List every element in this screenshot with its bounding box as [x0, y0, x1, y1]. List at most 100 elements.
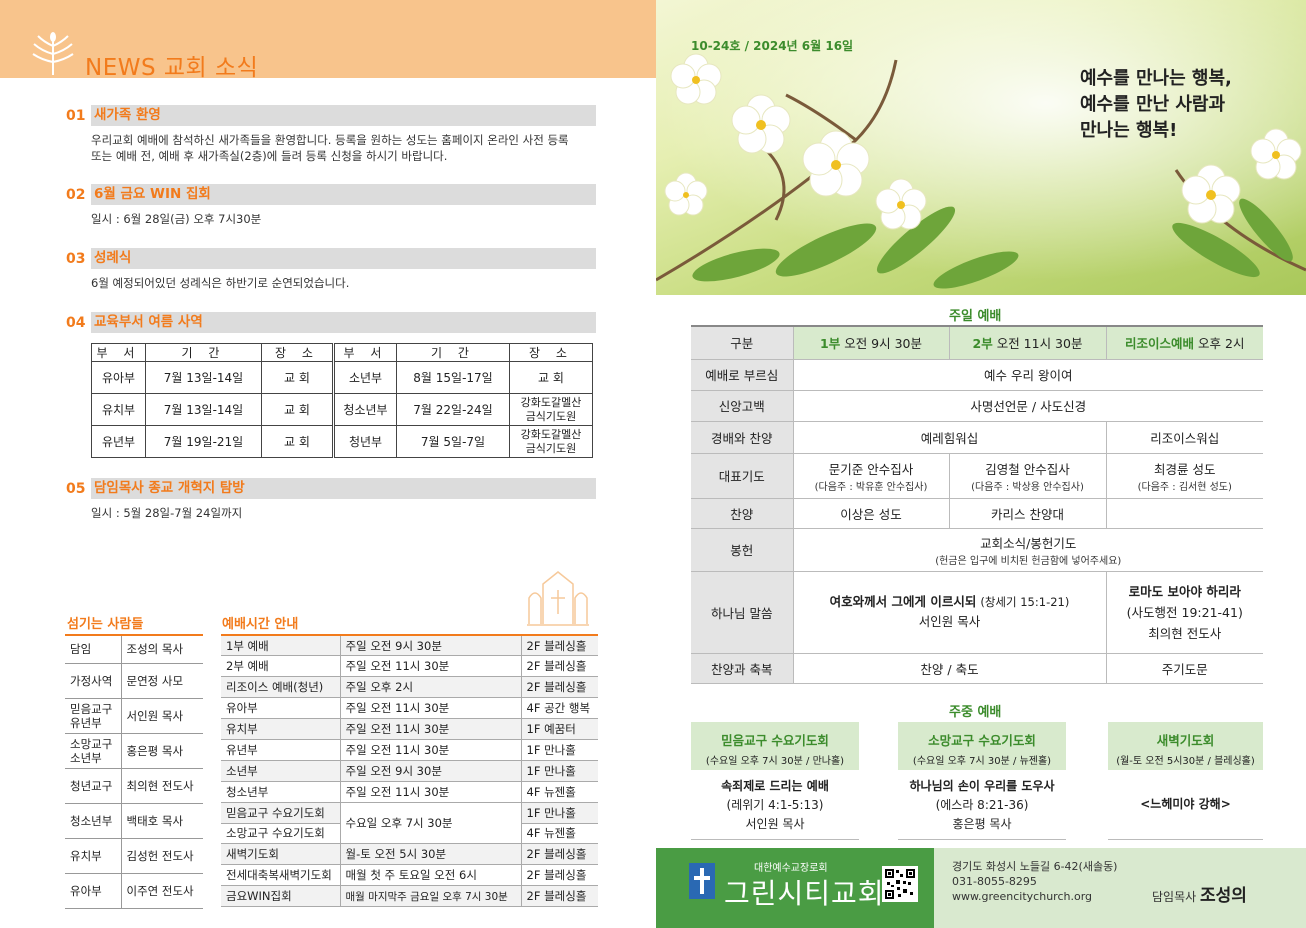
role: 가정사역 [65, 663, 122, 699]
news-section-2: 02 6월 금요 WIN 집회 일시 : 6월 28일(금) 오후 7시30분 [66, 184, 596, 227]
service-place: 4F 뉴젠홀 [521, 781, 598, 803]
news-page: NEWS 교회 소식 01 새가족 환영 우리교회 예배에 참석하신 새가족들을 … [0, 0, 656, 928]
row-value: 리조이스워십 [1105, 421, 1263, 454]
service-name: 유년부 [221, 739, 341, 761]
service-time: 주일 오전 11시 30분 [340, 697, 522, 720]
service-time: 매월 마지막주 금요일 오후 7시 30분 [340, 885, 522, 908]
service-name: 1부 [820, 336, 841, 352]
news-title: NEWS 교회 소식 [85, 55, 259, 81]
service-time: 오전 9시 30분 [844, 336, 922, 352]
offering-note: (헌금은 입구에 비치된 헌금함에 넣어주세요) [935, 555, 1122, 567]
prayer-next: (다음주 : 박상용 안수집사) [971, 481, 1084, 493]
table-cell: 7월 5일-7일 [396, 425, 510, 458]
row-label: 신앙고백 [691, 390, 793, 422]
table-header: 기 간 [145, 343, 262, 362]
sermon-title: 속죄제로 드리는 예배 [721, 779, 829, 793]
section-body: 일시 : 5월 28일-7월 24일까지 [91, 506, 243, 520]
service-name: 유아부 [221, 697, 341, 720]
sermon-cell: 로마도 보아야 하리라 (사도행전 19:21-41) 최의현 전도사 [1105, 571, 1263, 654]
person: 김성헌 전도사 [121, 838, 203, 874]
role: 담임 [65, 634, 122, 664]
prayer-leader: 문기준 안수집사 [828, 461, 914, 477]
slogan: 예수를 만나는 행복, 예수를 만난 사람과 만나는 행복! [1080, 66, 1232, 144]
section-title: 새가족 환영 [91, 105, 596, 126]
table-row: 소망교구 소년부 홍은평 목사 [65, 733, 203, 769]
service-time: 매월 첫 주 토요일 오전 6시 [340, 864, 522, 887]
row-value [1105, 498, 1263, 529]
table-cell: 유년부 [91, 425, 146, 458]
table-cell: 7월 22일-24일 [396, 393, 510, 426]
pastor-label: 담임목사 [1152, 890, 1197, 904]
table-header: 기 간 [396, 343, 510, 362]
contact-info: 경기도 화성시 노들길 6-42(새솔동) 031-8055-8295 www.… [952, 859, 1117, 904]
website-link[interactable]: www.greencitychurch.org [952, 889, 1117, 904]
slogan-line-1: 예수를 만나는 행복, [1080, 68, 1232, 89]
offering-cell: 교회소식/봉헌기도 (헌금은 입구에 비치된 헌금함에 넣어주세요) [792, 528, 1263, 572]
section-body: 우리교회 예배에 참석하신 새가족들을 환영합니다. 등록을 원하는 성도는 홈… [91, 133, 569, 163]
role: 유아부 [65, 873, 122, 909]
row-label: 봉헌 [691, 528, 793, 572]
person: 홍은평 목사 [121, 733, 203, 769]
service-name: 소망교구 수요기도회 [221, 823, 341, 845]
person: 최의현 전도사 [121, 768, 203, 804]
table-row: 믿음교구 수요기도회 수요일 오후 7시 30분 1F 만나홀 [221, 802, 598, 845]
service-time: 수요일 오후 7시 30분 [340, 802, 522, 845]
table-header: 장 소 [261, 343, 334, 362]
service-place: 2F 블레싱홀 [521, 885, 598, 908]
person: 서인원 목사 [121, 698, 203, 734]
table-row: 경배와 찬양 예레힘워십 리조이스워십 [691, 421, 1263, 454]
table-row: 예배로 부르심 예수 우리 왕이여 [691, 359, 1263, 391]
service-place: 4F 뉴젠홀 [521, 823, 598, 845]
role: 유치부 [65, 838, 122, 874]
section-number: 05 [66, 480, 86, 497]
service-time: 주일 오전 9시 30분 [340, 634, 522, 657]
sunday-worship-title: 주일 예배 [949, 309, 1002, 324]
service-name: 2부 예배 [221, 655, 341, 678]
table-cell: 7월 13일-14일 [145, 393, 262, 426]
sermon-title: 여호와께서 그에게 이르시되 [829, 594, 977, 609]
table-row: 전세대축복새벽기도회 매월 첫 주 토요일 오전 6시 2F 블레싱홀 [221, 864, 598, 887]
hero-banner: 10-24호 / 2024년 6월 16일 예수를 만나는 행복, 예수를 만난… [656, 0, 1306, 295]
sermon-cell: 여호와께서 그에게 이르시되 (창세기 15:1-21) 서인원 목사 [792, 571, 1106, 654]
row-value: 교회소식/봉헌기도 [980, 535, 1077, 551]
service-time: (월-토 오전 5시30분 / 블레싱홀) [1116, 756, 1255, 767]
news-section-4: 04 교육부서 여름 사역 [66, 312, 596, 333]
table-row: 1부 예배 주일 오전 9시 30분 2F 블레싱홀 [221, 634, 598, 657]
table-cell: 유아부 [91, 361, 146, 394]
role: 소망교구 소년부 [65, 733, 122, 769]
row-value: 예수 우리 왕이여 [792, 359, 1263, 391]
service-time: 오후 2시 [1198, 336, 1245, 352]
table-row: 유아부 주일 오전 11시 30분 4F 공간 행복 [221, 697, 598, 720]
service-name: 새벽기도회 [221, 843, 341, 866]
service-place: 2F 블레싱홀 [521, 843, 598, 866]
service-time: (수요일 오후 7시 30분 / 만나홀) [705, 756, 845, 767]
table-header: 부 서 [91, 343, 146, 362]
service-time: 오전 11시 30분 [996, 336, 1083, 352]
table-row: 유아부 이주연 전도사 [65, 873, 203, 909]
midweek-service-2: 소망교구 수요기도회 (수요일 오후 7시 30분 / 뉴젠홀) 하나님의 손이 … [898, 722, 1066, 840]
issue-date: 10-24호 / 2024년 6월 16일 [691, 39, 854, 53]
service-place: 2F 블레싱홀 [521, 676, 598, 699]
service-time: 월-토 오전 5시 30분 [340, 843, 522, 866]
section-title: 담임목사 종교 개혁지 탐방 [91, 478, 596, 499]
prayer-cell: 최경륜 성도 (다음주 : 김서현 성도) [1105, 453, 1263, 499]
table-row: 소년부 주일 오전 9시 30분 1F 만나홀 [221, 760, 598, 782]
service-name: 믿음교구 수요기도회 [221, 802, 341, 824]
service-1-header: 1부 오전 9시 30분 [792, 325, 949, 360]
sermon-title: 하나님의 손이 우리를 도우사 [909, 779, 1055, 793]
section-title: 교육부서 여름 사역 [91, 312, 596, 333]
table-row: 유년부 7월 19일-21일 교 회 청년부 7월 5일-7일 강화도갈멜산 금… [91, 425, 593, 458]
table-cell: 유치부 [91, 393, 146, 426]
midweek-worship-title: 주중 예배 [949, 705, 1002, 720]
table-row: 새벽기도회 월-토 오전 5시 30분 2F 블레싱홀 [221, 843, 598, 866]
row-label: 찬양 [691, 498, 793, 529]
row-value: 예레힘워십 [792, 421, 1106, 454]
news-section-3: 03 성례식 6월 예정되어있던 성례식은 하반기로 순연되었습니다. [66, 248, 596, 291]
preacher: 최의현 전도사 [1148, 625, 1222, 641]
church-icon [527, 571, 589, 626]
service-place: 1F 만나홀 [521, 760, 598, 782]
table-row: 금요WIN집회 매월 마지막주 금요일 오후 7시 30분 2F 블레싱홀 [221, 885, 598, 908]
table-row: 담임 조성의 목사 [65, 634, 203, 664]
role: 청년교구 [65, 768, 122, 804]
table-cell: 8월 15일-17일 [396, 361, 510, 394]
